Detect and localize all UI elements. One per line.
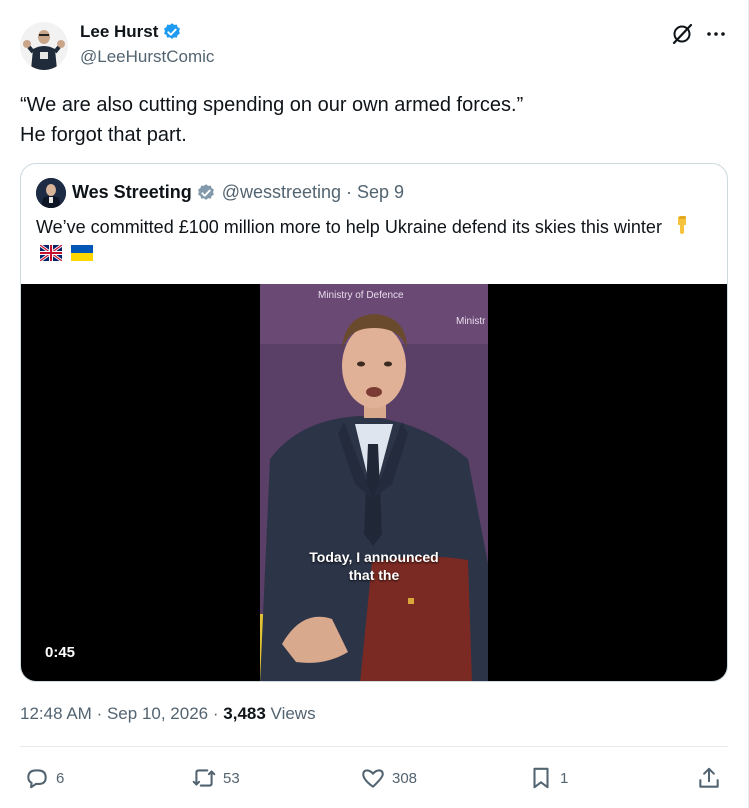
tweet-date[interactable]: Sep 10, 2026 [107,704,208,723]
quoted-text: We’ve committed £100 million more to hel… [36,214,716,265]
reply-icon [27,769,47,789]
quoted-tweet[interactable]: Wes Streeting @wesstreeting · Sep 9 We’v… [20,163,728,682]
quoted-date[interactable]: Sep 9 [357,182,404,203]
repost-count: 53 [223,769,240,787]
quoted-author-handle[interactable]: @wesstreeting [222,182,341,203]
author-row: Lee Hurst [80,22,182,42]
tweet-text: “We are also cutting spending on our own… [20,94,524,146]
more-icon[interactable] [704,22,728,46]
backdrop-text-2: Ministr of Defe [456,316,488,327]
meta-separator: · [96,704,103,723]
avatar[interactable] [20,22,68,70]
video-caption: Today, I announced that the [309,549,439,583]
repost-button[interactable]: 53 [191,765,240,791]
reply-count: 6 [56,769,65,787]
repost-icon [192,769,216,787]
quoted-text-body: We’ve committed £100 million more to hel… [36,217,662,237]
like-count: 308 [392,769,418,787]
verified-badge-icon [164,23,181,39]
backdrop-text-1: Ministry of Defence [318,290,404,301]
video-still: Ministry of Defence Ministr of Defe [260,284,488,681]
bookmark-icon [533,767,549,789]
quoted-separator: · [346,182,353,202]
heart-icon [362,769,384,788]
quoted-author-name[interactable]: Wes Streeting [72,182,192,203]
ukraine-flag-icon [71,245,94,261]
bookmark-button[interactable]: 1 [528,765,568,791]
quoted-header: Wes Streeting @wesstreeting · Sep 9 [72,182,404,203]
video-player[interactable]: Ministry of Defence Ministr of Defe [21,284,727,681]
pointing-down-icon [677,216,686,234]
uk-flag-icon [40,245,62,261]
views-count: 3,483 [223,704,266,723]
bookmark-count: 1 [560,769,569,787]
tweet: Lee Hurst @LeeHurstComic “We are also cu… [0,0,749,808]
share-button[interactable] [696,765,722,791]
quoted-verified-badge-icon [197,183,214,200]
share-icon [699,767,719,788]
views-label: Views [270,704,316,723]
reply-button[interactable]: 6 [24,765,64,791]
video-duration: 0:45 [45,644,76,661]
tweet-meta: 12:48 AM · Sep 10, 2026 · 3,483 Views [20,704,316,724]
author-handle[interactable]: @LeeHurstComic [80,47,214,67]
divider [20,746,728,747]
grok-icon[interactable] [670,22,694,46]
tweet-time[interactable]: 12:48 AM [20,704,92,723]
video-frame[interactable]: Ministry of Defence Ministr of Defe [260,284,488,681]
like-button[interactable]: 308 [360,765,417,791]
meta-separator: · [212,704,219,723]
author-name[interactable]: Lee Hurst [80,22,158,42]
quoted-avatar[interactable] [36,178,66,208]
